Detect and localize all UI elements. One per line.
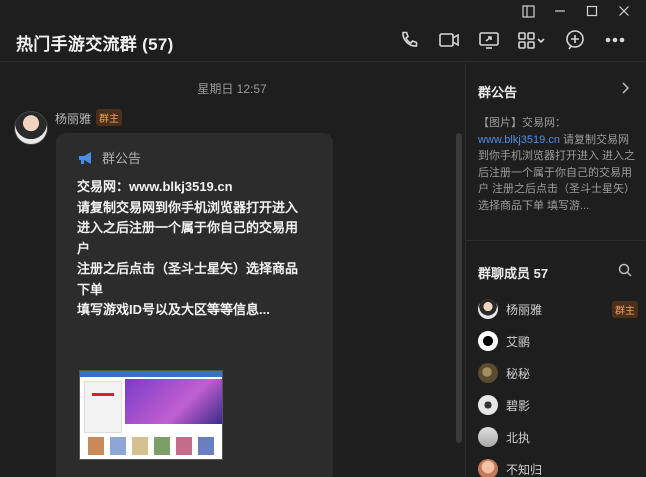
members-title: 群聊成员 57	[478, 266, 549, 281]
video-call-button[interactable]	[436, 28, 462, 52]
avatar	[478, 459, 498, 477]
member-name: 北执	[506, 430, 531, 445]
member-name: 秘秘	[506, 366, 531, 381]
avatar	[478, 363, 498, 383]
apps-button[interactable]	[516, 28, 548, 52]
screen-share-button[interactable]	[476, 28, 502, 52]
owner-badge: 群主	[612, 300, 638, 318]
member-item[interactable]: 艾鹂	[478, 330, 638, 352]
notice-prefix: 【图片】交易网：	[478, 117, 566, 129]
more-icon	[605, 37, 625, 43]
divider	[466, 240, 646, 241]
phone-icon	[402, 31, 418, 47]
announcement-line: 交易网：www.blkj3519.cn	[77, 179, 233, 194]
close-icon[interactable]	[608, 0, 640, 22]
apps-icon	[518, 32, 545, 49]
announcement-label: 群公告	[102, 151, 142, 166]
title-bar: 热门手游交流群 (57)	[0, 0, 646, 62]
chevron-right-icon[interactable]	[620, 81, 630, 97]
member-name: 碧影	[506, 398, 531, 413]
group-sidebar: 群公告 【图片】交易网：www.blkj3519.cn 请复制交易网到你手机浏览…	[465, 63, 646, 477]
minimize-icon[interactable]	[544, 0, 576, 22]
member-item[interactable]: 不知归	[478, 458, 638, 477]
maximize-icon[interactable]	[576, 0, 608, 22]
announcement-line: 进入之后注册一个属于你自己的交易用户	[77, 220, 299, 256]
chat-panel: 星期日 12:57 杨丽雅 群主 群公告 交易网：www.blkj3519.cn…	[0, 63, 464, 477]
message-timestamp: 星期日 12:57	[197, 82, 267, 96]
add-button[interactable]	[562, 28, 588, 52]
member-item[interactable]: 杨丽雅 群主	[478, 298, 638, 320]
more-button[interactable]	[602, 28, 628, 52]
notice-title[interactable]: 群公告	[478, 82, 517, 101]
chat-title[interactable]: 热门手游交流群 (57)	[16, 30, 174, 55]
member-item[interactable]: 北执	[478, 426, 638, 448]
window-controls	[512, 0, 640, 22]
chat-scrollbar[interactable]	[456, 133, 462, 443]
member-name: 杨丽雅	[506, 302, 543, 317]
announcement-line: 填写游戏ID号以及大区等等信息...	[77, 302, 270, 317]
notice-preview[interactable]: 【图片】交易网：www.blkj3519.cn 请复制交易网到你手机浏览器打开进…	[478, 115, 638, 214]
avatar	[478, 395, 498, 415]
avatar[interactable]	[14, 111, 48, 145]
announcement-header: 群公告	[78, 148, 141, 167]
avatar	[478, 427, 498, 447]
avatar	[478, 331, 498, 351]
member-name: 艾鹂	[506, 334, 531, 349]
member-item[interactable]: 碧影	[478, 394, 638, 416]
add-icon	[566, 30, 584, 50]
announcement-line: 请复制交易网到你手机浏览器打开进入	[77, 199, 299, 215]
member-item[interactable]: 秘秘	[478, 362, 638, 384]
owner-badge: 群主	[96, 109, 122, 126]
notice-link[interactable]: www.blkj3519.cn	[478, 134, 560, 146]
announcement-body: 交易网：www.blkj3519.cn 请复制交易网到你手机浏览器打开进入 进入…	[77, 177, 299, 321]
announcement-line: 注册之后点击（圣斗士星矢）选择商品下单	[77, 261, 299, 297]
sidebar-toggle-icon[interactable]	[512, 0, 544, 22]
member-name: 不知归	[506, 462, 543, 477]
video-icon	[439, 33, 459, 47]
screen-share-icon	[479, 32, 499, 49]
search-icon[interactable]	[618, 263, 632, 282]
phone-call-button[interactable]	[396, 28, 422, 52]
attached-image[interactable]	[79, 370, 223, 460]
chat-toolbar	[396, 28, 628, 52]
sender-name[interactable]: 杨丽雅	[55, 110, 91, 127]
megaphone-icon	[79, 151, 91, 164]
avatar	[478, 299, 498, 319]
announcement-message[interactable]: 群公告 交易网：www.blkj3519.cn 请复制交易网到你手机浏览器打开进…	[56, 133, 333, 477]
